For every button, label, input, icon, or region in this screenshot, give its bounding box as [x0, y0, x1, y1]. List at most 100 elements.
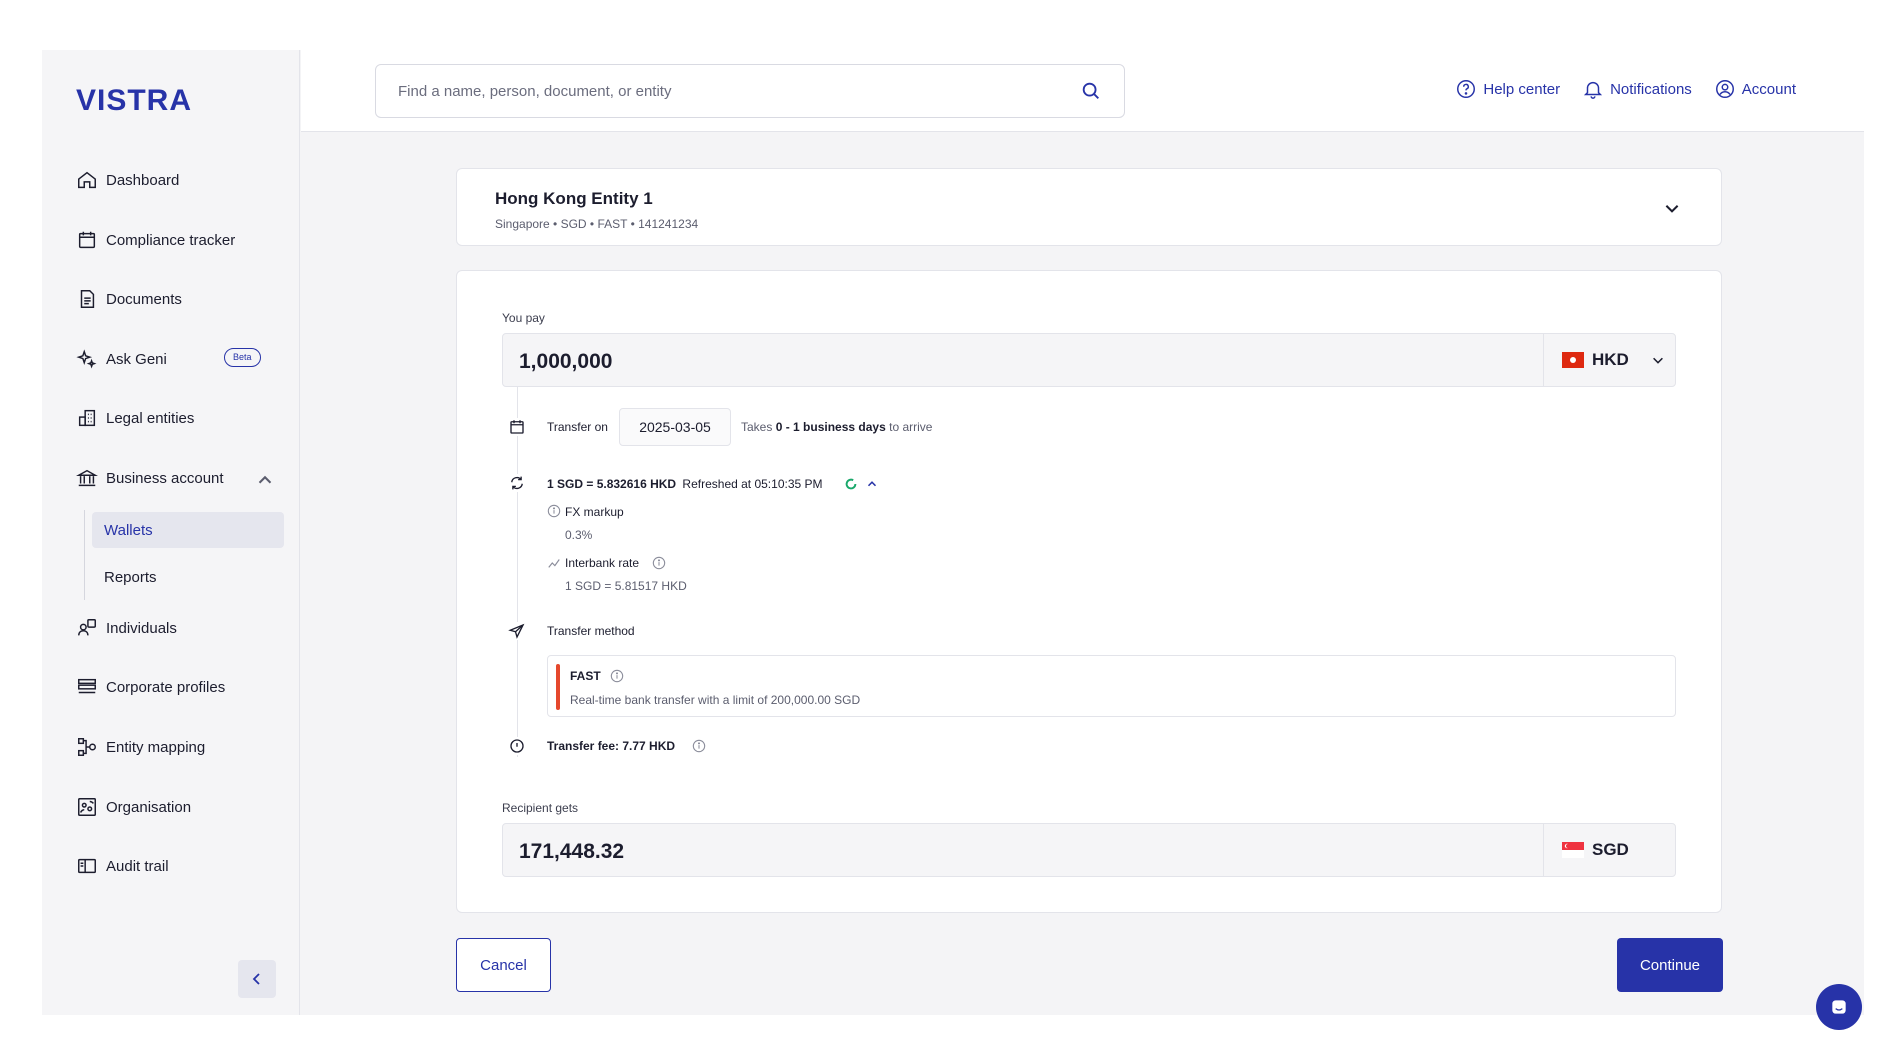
bell-icon [1583, 81, 1603, 99]
sidebar-item-organisation[interactable]: Organisation [76, 792, 286, 822]
account-link[interactable]: Account [1714, 78, 1796, 100]
transfer-method-label: Transfer method [547, 624, 635, 638]
sidebar-item-label: Documents [106, 290, 182, 308]
exchange-rate-row: 1 SGD = 5.832616 HKD Refreshed at 05:10:… [547, 477, 823, 491]
transfer-form: You pay 1,000,000 HKD Transfer on 2025-0… [456, 270, 1722, 913]
chat-launcher-button[interactable] [1816, 984, 1862, 1030]
sidebar-subitem-label: Wallets [104, 521, 153, 539]
app-window: VISTRA Dashboard Compliance tracker Docu… [42, 50, 1864, 1030]
transfer-date: 2025-03-05 [639, 419, 711, 435]
transfer-date-picker[interactable]: 2025-03-05 [619, 408, 731, 446]
bank-icon [76, 469, 98, 487]
you-pay-field[interactable]: 1,000,000 HKD [502, 333, 1676, 387]
home-icon [78, 171, 96, 189]
refreshed-time: Refreshed at 05:10:35 PM [682, 477, 823, 491]
beta-badge: Beta [224, 348, 261, 367]
recipient-gets-field[interactable]: 171,448.32 SGD [502, 823, 1676, 877]
sidebar-subitem-reports[interactable]: Reports [92, 559, 284, 595]
method-name: FAST [570, 669, 601, 683]
sidebar-item-documents[interactable]: Documents [76, 284, 286, 314]
sidebar-item-audit-trail[interactable]: Audit trail [76, 851, 286, 881]
sparkle-icon [76, 349, 97, 369]
send-icon [508, 622, 526, 640]
cancel-button[interactable]: Cancel [456, 938, 551, 992]
info-icon[interactable] [692, 739, 706, 753]
sidebar-subitem-wallets[interactable]: Wallets [92, 512, 284, 548]
selected-indicator [556, 664, 560, 710]
help-center-label: Help center [1483, 80, 1561, 98]
fee-clock-icon [508, 737, 526, 755]
sidebar-item-entity-mapping[interactable]: Entity mapping [76, 732, 286, 762]
sidebar-item-label: Organisation [106, 798, 192, 816]
interbank-rate-label: Interbank rate [565, 556, 640, 570]
people-icon [78, 619, 96, 636]
document-icon [80, 290, 95, 308]
method-description: Real-time bank transfer with a limit of … [570, 693, 861, 707]
info-icon[interactable] [610, 669, 624, 683]
recipient-amount[interactable]: 171,448.32 [519, 840, 624, 864]
sidebar-item-label: Ask Geni [106, 350, 167, 368]
fx-markup-value: 0.3% [565, 528, 593, 542]
svg-text:VISTRA: VISTRA [76, 84, 192, 115]
you-pay-label: You pay [502, 311, 545, 325]
calendar-icon [508, 418, 526, 436]
chevron-down-icon[interactable] [1663, 199, 1681, 217]
mapping-icon [78, 738, 96, 756]
sidebar-item-ask-geni[interactable]: Ask Geni Beta [76, 344, 286, 374]
currency-select-hkd[interactable]: HKD [1543, 334, 1675, 386]
you-pay-currency: HKD [1592, 350, 1629, 369]
help-center-link[interactable]: Help center [1455, 78, 1560, 100]
entity-name: Hong Kong Entity 1 [495, 189, 653, 208]
fx-markup-label: FX markup [565, 505, 624, 519]
collapse-sidebar-button[interactable] [238, 960, 276, 998]
you-pay-amount[interactable]: 1,000,000 [519, 350, 612, 374]
hong-kong-flag-icon [1562, 352, 1584, 368]
sidebar-item-label: Legal entities [106, 409, 195, 427]
transfer-method-option-fast[interactable]: FAST Real-time bank transfer with a limi… [547, 655, 1676, 717]
exchange-rate: 1 SGD = 5.832616 HKD [547, 477, 677, 491]
entity-details: Singapore • SGD • FAST • 141241234 [495, 217, 699, 231]
chevron-up-icon[interactable] [865, 477, 879, 491]
sidebar-item-label: Dashboard [106, 171, 180, 189]
search-icon[interactable] [1080, 80, 1102, 102]
transfer-on-label: Transfer on [547, 420, 608, 434]
calendar-icon [78, 231, 96, 249]
notifications-link[interactable]: Notifications [1582, 78, 1692, 100]
interbank-rate-value: 1 SGD = 5.81517 HKD [565, 579, 687, 593]
vistra-logo[interactable]: VISTRA [76, 83, 201, 115]
arrival-days: 0 - 1 business days [775, 420, 886, 434]
search-bar[interactable] [375, 64, 1125, 118]
sidebar-item-label: Entity mapping [106, 738, 206, 756]
sidebar-item-dashboard[interactable]: Dashboard [76, 165, 286, 195]
continue-button[interactable]: Continue [1617, 938, 1723, 992]
sidebar-item-corporate-profiles[interactable]: Corporate profiles [76, 672, 286, 702]
search-input[interactable] [398, 82, 1080, 100]
sidebar-item-compliance-tracker[interactable]: Compliance tracker [76, 225, 286, 255]
chat-icon [1832, 1000, 1846, 1014]
sidebar-item-individuals[interactable]: Individuals [76, 613, 286, 643]
arrival-estimate: Takes 0 - 1 business days to arrive [741, 420, 932, 434]
sidebar-subitem-label: Reports [104, 568, 157, 586]
refresh-icon [508, 474, 526, 492]
list-icon [78, 678, 96, 694]
sidebar-item-label: Compliance tracker [106, 231, 236, 249]
sidebar-item-business-account[interactable]: Business account [76, 463, 286, 493]
chevron-up-icon[interactable] [254, 469, 276, 491]
recipient-gets-label: Recipient gets [502, 801, 579, 815]
arrival-suffix: to arrive [889, 420, 933, 434]
currency-sgd: SGD [1543, 824, 1675, 876]
recipient-currency: SGD [1592, 840, 1629, 859]
timeline-line [517, 387, 518, 757]
submenu-divider [84, 510, 85, 600]
sidebar-item-label: Individuals [106, 619, 177, 637]
entity-selector[interactable]: Hong Kong Entity 1 Singapore • SGD • FAS… [456, 168, 1722, 246]
trend-icon [548, 559, 560, 568]
singapore-flag-icon [1562, 842, 1584, 858]
org-icon [78, 798, 96, 816]
sidebar-item-label: Business account [106, 469, 224, 487]
sidebar-item-legal-entities[interactable]: Legal entities [76, 403, 286, 433]
chevron-left-icon [252, 973, 260, 985]
transfer-fee: Transfer fee: 7.77 HKD [547, 739, 676, 753]
info-icon [547, 504, 561, 518]
info-icon[interactable] [652, 556, 666, 570]
